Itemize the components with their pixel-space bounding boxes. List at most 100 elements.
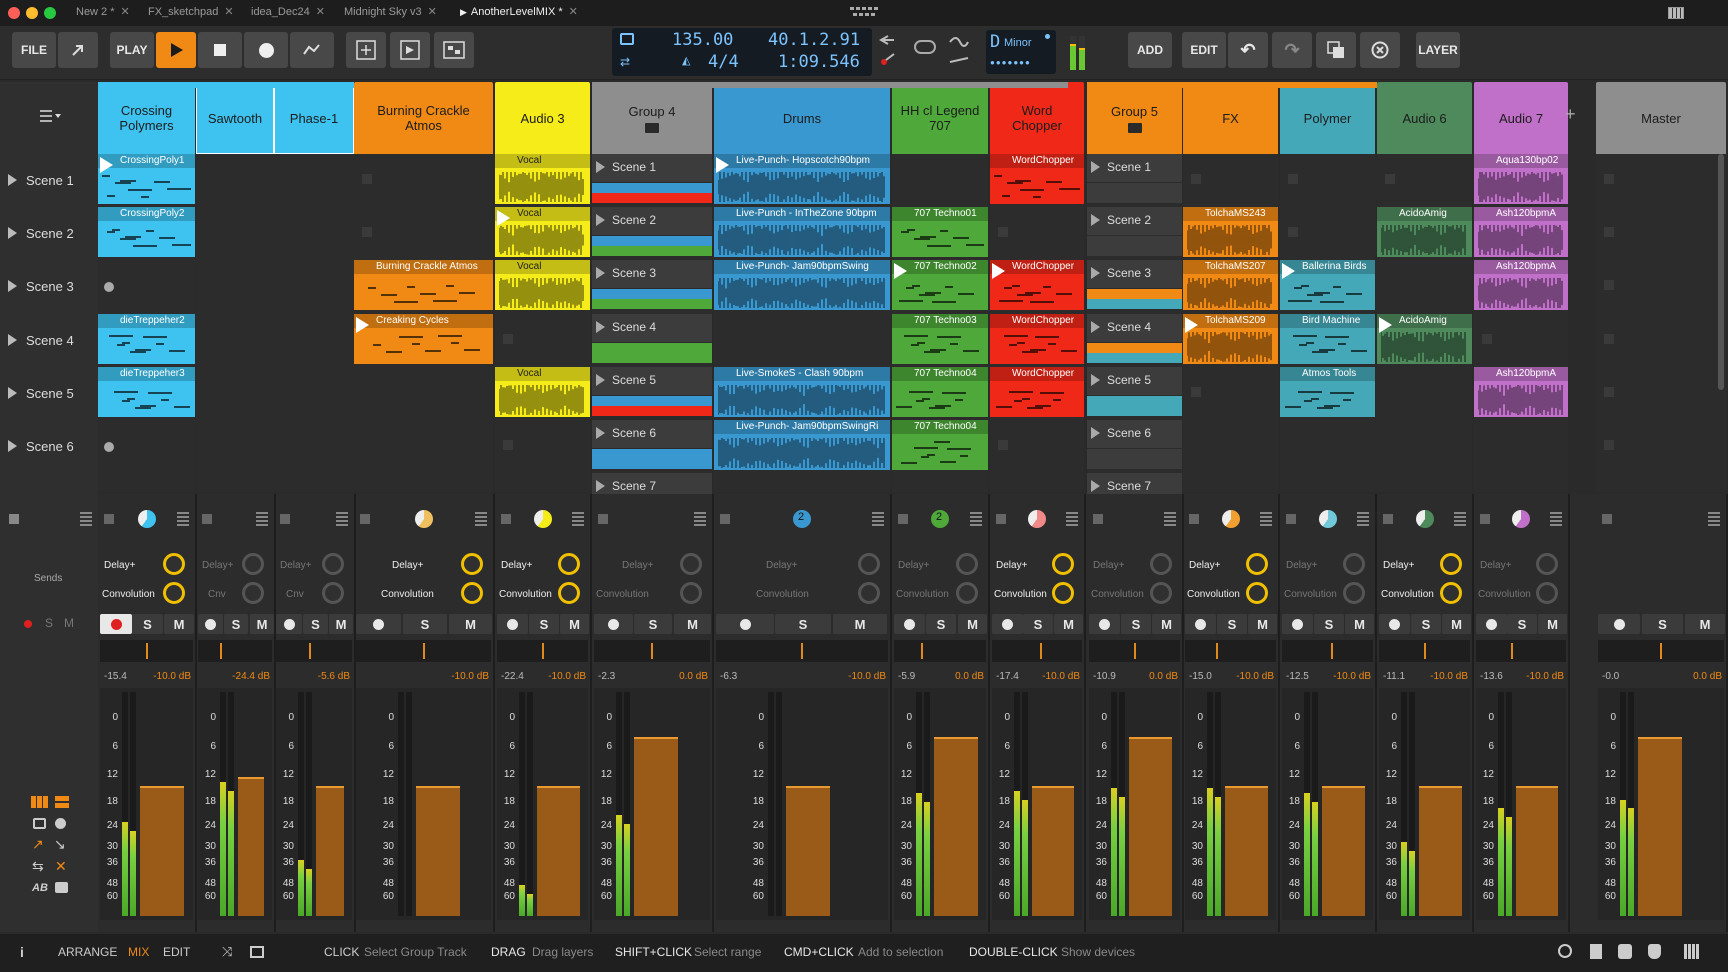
pan-slider[interactable] [594,640,710,662]
time-icon[interactable] [55,818,66,829]
solo-button[interactable]: S [1217,614,1247,634]
track-header[interactable]: Polymer [1280,82,1375,154]
solo-button[interactable]: S [1411,614,1441,634]
empty-slot-stop[interactable] [998,227,1008,237]
send-1-knob[interactable] [322,553,344,575]
list-icon[interactable] [1260,512,1272,526]
arrange-tab[interactable]: ARRANGE [58,944,117,960]
list-icon[interactable] [336,512,348,526]
record-arm-button[interactable] [1185,614,1216,634]
device-toggle[interactable] [360,514,370,524]
scene-5-launcher[interactable]: Scene 5 [0,367,98,419]
group-scene-slot[interactable]: Scene 1 [592,154,712,182]
send-2-knob[interactable] [461,582,483,604]
metronome-icon[interactable]: ◭ [682,54,690,67]
swap-icon[interactable]: ⇆ [32,858,44,875]
pan-slider[interactable] [716,640,888,662]
track-color-knob[interactable] [137,510,156,528]
mute-button[interactable]: M [250,614,274,634]
clip-launcher-icon[interactable] [390,32,430,68]
close-tab-icon[interactable]: ✕ [569,6,578,18]
record-arm-button[interactable] [716,614,774,634]
send-1-knob[interactable] [1150,553,1172,575]
clip[interactable]: Burning Crackle Atmos [354,260,493,310]
device-toggle[interactable] [202,514,212,524]
track-color-knob[interactable] [1512,510,1530,528]
position-display[interactable]: 40.1.2.91 [768,30,860,50]
empty-slot-stop[interactable] [362,174,372,184]
device-toggle[interactable] [1602,514,1612,524]
volume-fader[interactable] [1322,786,1365,916]
pan-slider[interactable] [1185,640,1276,662]
comment-icon[interactable] [55,882,68,893]
track-color-knob[interactable] [1221,510,1240,528]
device-toggle[interactable] [1286,514,1296,524]
send-1-knob[interactable] [558,553,580,575]
list-icon[interactable] [1454,512,1466,526]
track-header[interactable]: Burning Crackle Atmos [354,82,493,154]
device-toggle[interactable] [720,514,730,524]
mute-button[interactable]: M [674,614,711,634]
clip[interactable]: Creaking Cycles [354,314,493,364]
clip[interactable]: WordChopper [990,367,1084,417]
empty-slot-stop[interactable] [1604,334,1614,344]
scene-stop-icon[interactable] [9,514,19,524]
device-toggle[interactable] [501,514,511,524]
automation-curve-icon[interactable] [948,32,970,70]
send-2-knob[interactable] [242,582,264,604]
mute-button[interactable]: M [1538,614,1567,634]
punch-icon[interactable] [876,32,900,72]
add-track-button[interactable] [346,32,386,68]
solo-button[interactable]: S [403,614,447,634]
list-icon[interactable] [1708,512,1720,526]
track-color-knob[interactable]: 2 [931,510,949,528]
solo-button[interactable]: S [1507,614,1537,634]
mix-tab[interactable]: MIX [128,944,149,960]
tab-idea-dec24[interactable]: idea_Dec24 ✕ [251,0,325,24]
clip[interactable]: dieTreppeher3 [98,367,195,417]
device-toggle[interactable] [280,514,290,524]
add-button[interactable]: ADD [1128,32,1172,68]
mute-button[interactable]: M [958,614,987,634]
track-header[interactable]: FX [1183,82,1278,154]
pan-slider[interactable] [1089,640,1180,662]
pan-slider[interactable] [198,640,272,662]
record-arm-button[interactable] [1282,614,1313,634]
close-tab-icon[interactable]: ✕ [428,6,437,18]
time-signature[interactable]: 4/4 [708,52,739,72]
dashboard-icon[interactable] [850,5,880,19]
clip[interactable]: Live-Punch- Jam90bpmSwing [714,260,890,310]
zoom-window-button[interactable] [44,7,56,19]
close-tab-icon[interactable]: ✕ [224,6,233,18]
clip[interactable]: Atmos Tools [1280,367,1375,417]
folder-icon[interactable] [645,122,659,133]
volume-fader[interactable] [786,786,830,916]
send-2-knob[interactable] [322,582,344,604]
list-icon[interactable] [80,512,92,526]
info-icon[interactable]: i [20,944,24,960]
tab-midnight-sky[interactable]: Midnight Sky v3 ✕ [344,0,437,24]
send-2-knob[interactable] [1150,582,1172,604]
list-icon[interactable] [970,512,982,526]
solo-button[interactable]: S [775,614,831,634]
list-icon[interactable] [694,512,706,526]
clip[interactable]: Bird Machine [1280,314,1375,364]
group-scene-slot[interactable]: Scene 5 [592,366,712,395]
loop-region-icon[interactable] [914,40,936,54]
track-header[interactable]: Word Chopper [990,82,1084,154]
record-arm-button[interactable] [1476,614,1507,634]
record-arm-button[interactable] [497,614,528,634]
clip[interactable]: TolchaMS243 [1183,207,1278,257]
record-arm-button[interactable] [894,614,925,634]
device-toggle[interactable] [1383,514,1393,524]
clip[interactable]: Ballerina Birds [1280,260,1375,310]
send-1-knob[interactable] [1536,553,1558,575]
play-button[interactable] [156,32,196,68]
record-arm-button[interactable] [198,614,223,634]
clip[interactable]: 707 Techno04 [892,420,988,470]
layout-alt-icon[interactable] [55,796,69,808]
clip[interactable]: 707 Techno03 [892,314,988,364]
empty-slot-stop[interactable] [503,334,513,344]
list-icon[interactable] [177,512,189,526]
key-display[interactable]: D Minor ●●●●●●● [986,30,1056,74]
